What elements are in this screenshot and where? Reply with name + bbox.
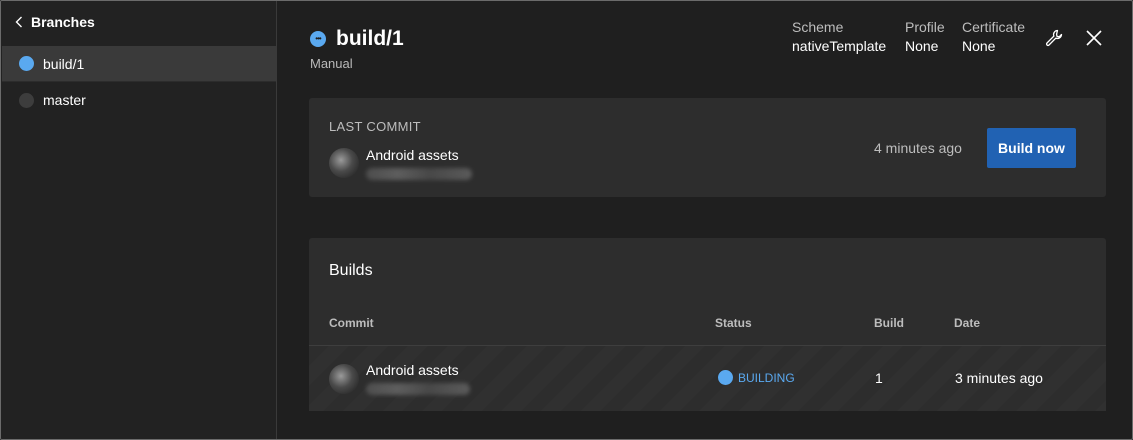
- scheme-value: nativeTemplate: [792, 38, 887, 54]
- branch-status-dot: [19, 56, 34, 71]
- certificate-info: Certificate None: [962, 19, 1025, 54]
- commit-message: Android assets: [366, 362, 459, 378]
- scheme-label: Scheme: [792, 19, 844, 35]
- table-row[interactable]: Android assets BUILDING 1 3 minutes ago: [309, 345, 1106, 411]
- close-icon[interactable]: [1084, 28, 1104, 48]
- profile-info: Profile None: [905, 19, 945, 54]
- scheme-info: Scheme nativeTemplate: [792, 19, 886, 54]
- sidebar-item-build-1[interactable]: build/1: [2, 46, 276, 82]
- last-commit-card: LAST COMMIT Android assets 4 minutes ago…: [309, 98, 1106, 197]
- certificate-value: None: [962, 38, 996, 54]
- back-to-branches-button[interactable]: Branches: [15, 13, 95, 31]
- column-header-commit: Commit: [329, 316, 374, 330]
- avatar: [329, 364, 359, 394]
- profile-label: Profile: [905, 19, 945, 35]
- certificate-label: Certificate: [962, 19, 1026, 35]
- builds-card: Builds Commit Status Build Date Android …: [309, 238, 1106, 411]
- branch-name: build/1: [43, 55, 85, 72]
- commit-author-redacted: [366, 383, 470, 395]
- column-header-date: Date: [954, 316, 981, 330]
- sidebar-title: Branches: [31, 14, 95, 30]
- column-header-build: Build: [874, 316, 904, 330]
- branch-detail: ••• build/1 Manual Scheme nativeTemplate…: [278, 1, 1132, 439]
- commit-time-ago: 4 minutes ago: [874, 140, 962, 156]
- commit-message: Android assets: [366, 147, 459, 163]
- wrench-icon[interactable]: [1044, 28, 1064, 48]
- trigger-label: Manual: [310, 56, 353, 71]
- sidebar-item-master[interactable]: master: [2, 82, 276, 118]
- build-number: 1: [875, 370, 883, 386]
- profile-value: None: [905, 38, 939, 54]
- branch-name: master: [43, 92, 86, 108]
- commit-author-redacted: [366, 168, 472, 180]
- page-title: build/1: [336, 27, 404, 50]
- builds-title: Builds: [329, 262, 373, 279]
- page-title-row: ••• build/1: [310, 27, 404, 51]
- column-header-status: Status: [715, 316, 752, 330]
- building-status-icon: •••: [310, 31, 326, 47]
- app-window: Branches build/1 master ••• build/1 Manu…: [0, 0, 1133, 440]
- last-commit-label: LAST COMMIT: [329, 119, 421, 134]
- status-text: BUILDING: [738, 370, 795, 385]
- avatar: [329, 148, 359, 178]
- chevron-left-icon: [15, 16, 22, 28]
- build-now-button[interactable]: Build now: [987, 128, 1076, 168]
- branch-status-dot: [19, 92, 34, 108]
- sidebar: Branches build/1 master: [1, 1, 277, 439]
- build-date: 3 minutes ago: [955, 370, 1043, 386]
- building-status-icon: [718, 370, 733, 385]
- status-badge: BUILDING: [718, 370, 795, 385]
